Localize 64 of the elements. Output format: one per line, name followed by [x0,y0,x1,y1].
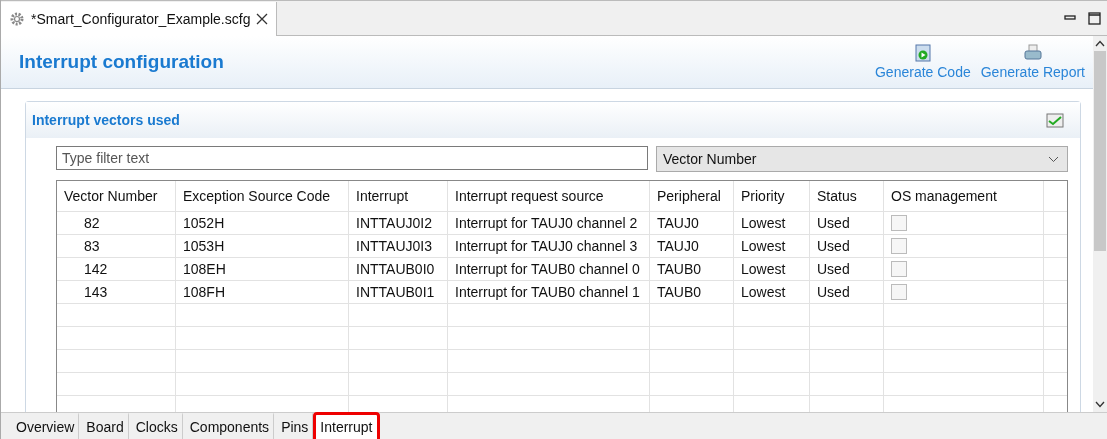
table-cell: INTTAUJ0I2 [349,212,448,234]
toolbar-button[interactable]: Generate Code [874,44,971,80]
scroll-down-icon[interactable] [1095,401,1105,408]
chevron-down-icon [1048,155,1059,163]
table-cell: INTTAUB0I1 [349,281,448,303]
table-cell: Lowest [734,281,810,303]
gear-icon [9,11,25,27]
table-cell: 1052H [176,212,349,234]
column-header[interactable]: OS management [884,181,1044,211]
checkbox[interactable] [891,261,907,277]
minimize-icon[interactable] [1064,14,1076,22]
column-header[interactable]: Priority [734,181,810,211]
printer-icon [1022,44,1043,62]
table-cell: Lowest [734,235,810,257]
table-cell: Lowest [734,258,810,280]
table-cell: TAUJ0 [650,235,734,257]
page-title: Interrupt configuration [19,51,224,73]
table-cell: TAUB0 [650,258,734,280]
column-header[interactable]: Interrupt request source [448,181,650,211]
scrollbar-thumb[interactable] [1094,51,1106,251]
table-cell: INTTAUB0I0 [349,258,448,280]
filter-field[interactable]: Type filter text [56,146,648,170]
checkbox[interactable] [891,284,907,300]
page-tab[interactable]: Board [79,412,129,439]
column-header[interactable]: Vector Number [57,181,176,211]
table-cell: Interrupt for TAUB0 channel 0 [448,258,650,280]
table-cell: 82 [57,212,176,234]
scroll-up-icon[interactable] [1095,40,1105,47]
table-cell: 142 [57,258,176,280]
maximize-icon[interactable] [1088,11,1101,25]
table-cell: Lowest [734,212,810,234]
table-cell: Interrupt for TAUJ0 channel 3 [448,235,650,257]
table-cell: Interrupt for TAUB0 channel 1 [448,281,650,303]
table-cell: 143 [57,281,176,303]
table-cell: 1053H [176,235,349,257]
table-cell: Used [810,281,884,303]
table-cell: INTTAUJ0I3 [349,235,448,257]
editor-tab-title: *Smart_Configurator_Example.scfg [31,11,251,27]
page-tab[interactable]: Overview [9,412,80,439]
code-play-icon [913,44,932,62]
page-tab[interactable]: Interrupt [313,412,380,439]
table-cell: Interrupt for TAUJ0 channel 2 [448,212,650,234]
section-title: Interrupt vectors used [32,112,180,128]
close-icon[interactable] [256,13,269,25]
table-cell: 83 [57,235,176,257]
chart-check-icon[interactable] [1046,112,1064,128]
table-cell: 108EH [176,258,349,280]
column-header[interactable]: Interrupt [349,181,448,211]
sort-dropdown[interactable]: Vector Number [656,146,1068,172]
table-cell: 108FH [176,281,349,303]
table-cell: Used [810,258,884,280]
column-header[interactable]: Status [810,181,884,211]
page-tab[interactable]: Components [182,412,275,439]
page-tab[interactable]: Clocks [128,412,183,439]
column-header[interactable]: Peripheral [650,181,734,211]
table-cell: TAUJ0 [650,212,734,234]
column-header[interactable]: Exception Source Code [176,181,349,211]
toolbar-button[interactable]: Generate Report [980,44,1085,80]
table-cell: Used [810,235,884,257]
editor-tab[interactable]: *Smart_Configurator_Example.scfg [1,2,278,36]
checkbox[interactable] [891,215,907,231]
table-cell: TAUB0 [650,281,734,303]
checkbox[interactable] [891,238,907,254]
table-cell: Used [810,212,884,234]
